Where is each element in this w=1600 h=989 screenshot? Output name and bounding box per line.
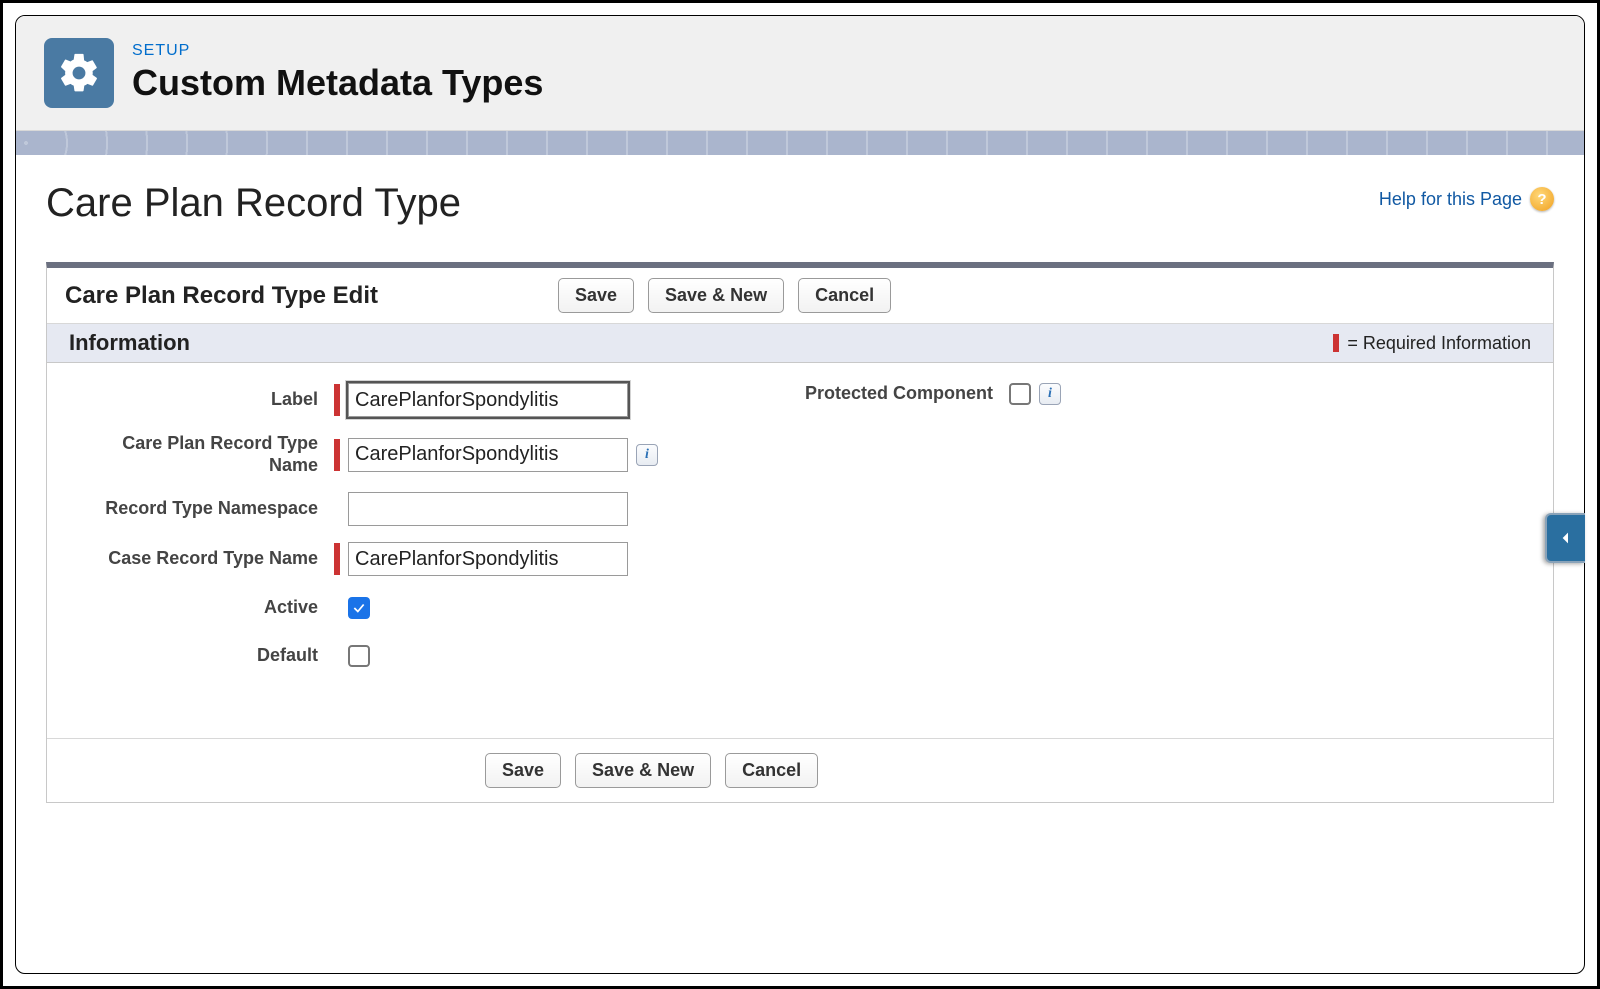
section-title: Information — [69, 330, 190, 356]
cancel-button[interactable]: Cancel — [798, 278, 891, 313]
save-button[interactable]: Save — [558, 278, 634, 313]
help-icon[interactable]: ? — [1530, 187, 1554, 211]
decorative-ribbon — [16, 131, 1584, 155]
edit-panel: Care Plan Record Type Edit Save Save & N… — [46, 262, 1554, 803]
protected-component-checkbox[interactable] — [1009, 383, 1031, 405]
name-label: Care Plan Record Type Name — [69, 433, 334, 476]
panel-edit-title: Care Plan Record Type Edit — [65, 282, 378, 310]
expand-panel-tab[interactable] — [1545, 513, 1585, 563]
setup-breadcrumb[interactable]: SETUP — [132, 42, 543, 60]
record-type-namespace-input[interactable] — [348, 492, 628, 526]
setup-title: Custom Metadata Types — [132, 62, 543, 104]
required-mark-icon — [1333, 334, 1339, 352]
label-input[interactable] — [348, 383, 628, 417]
save-and-new-button-bottom[interactable]: Save & New — [575, 753, 711, 788]
setup-header: SETUP Custom Metadata Types — [16, 16, 1584, 131]
label-label: Label — [69, 389, 334, 411]
case-record-type-name-input[interactable] — [348, 542, 628, 576]
active-label: Active — [69, 597, 334, 619]
care-plan-record-type-name-input[interactable] — [348, 438, 628, 472]
info-icon[interactable]: i — [1039, 383, 1061, 405]
required-info-legend: = Required Information — [1333, 333, 1531, 354]
active-checkbox[interactable] — [348, 597, 370, 619]
required-mark-icon — [334, 384, 340, 416]
default-label: Default — [69, 645, 334, 667]
info-icon[interactable]: i — [636, 444, 658, 466]
default-checkbox[interactable] — [348, 645, 370, 667]
required-mark-icon — [334, 543, 340, 575]
protected-component-label: Protected Component — [779, 383, 1009, 405]
page-title: Care Plan Record Type — [46, 181, 461, 226]
required-mark-icon — [334, 439, 340, 471]
help-for-this-page-link[interactable]: Help for this Page — [1379, 189, 1522, 210]
gear-icon — [44, 38, 114, 108]
cancel-button-bottom[interactable]: Cancel — [725, 753, 818, 788]
save-button-bottom[interactable]: Save — [485, 753, 561, 788]
case-record-type-label: Case Record Type Name — [69, 548, 334, 570]
save-and-new-button[interactable]: Save & New — [648, 278, 784, 313]
namespace-label: Record Type Namespace — [69, 498, 334, 520]
